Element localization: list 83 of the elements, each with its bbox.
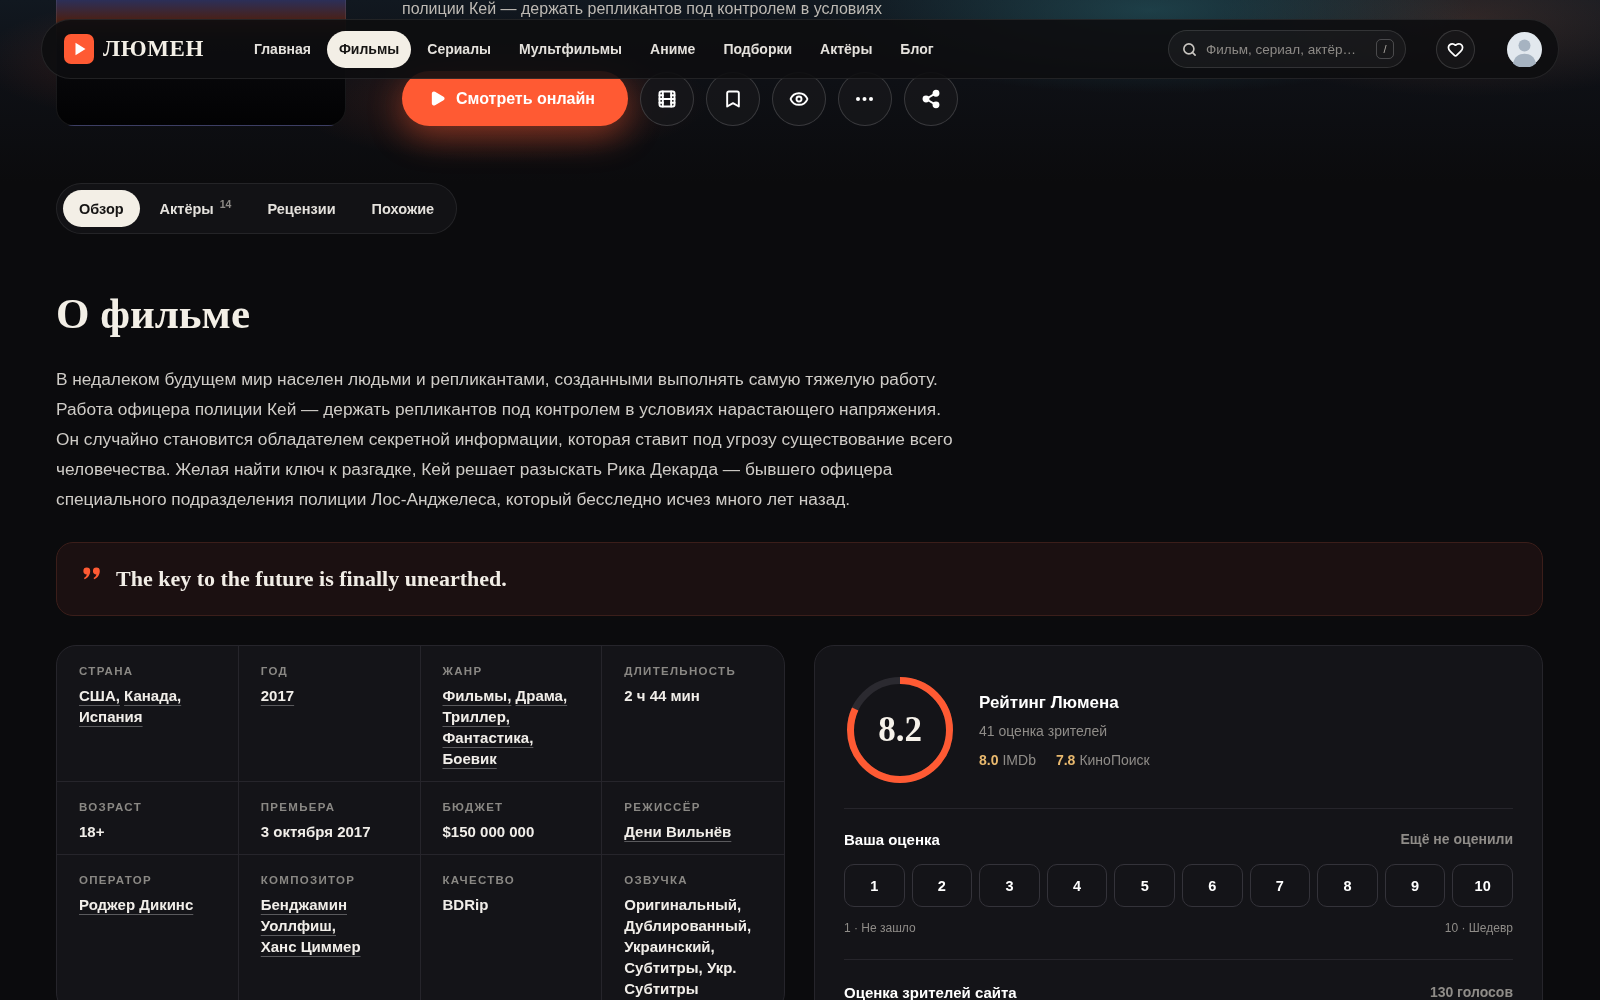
detail-link[interactable]: Ханс Циммер xyxy=(260,936,361,957)
favorites-button[interactable] xyxy=(1436,29,1475,69)
detail-link[interactable]: Канада, xyxy=(124,685,182,706)
score-option-button[interactable]: 9 xyxy=(1384,864,1446,907)
score-option-button[interactable]: 7 xyxy=(1249,864,1311,907)
score-option-button[interactable]: 3 xyxy=(979,864,1040,907)
nav-item[interactable]: Аниме xyxy=(638,30,708,68)
movie-description: В недалеком будущем мир населен людьми и репликантами, созданными выполнять самую тяжелую работу. Работа офицера полиции Кей — держать репликантов под контролем в условиях нарастающего напряжения. Он случайно становится обладателем секретной информации, которая ставит под угрозу существование всего человечества. Желая найти ключ к разгадке, Кей решает разыскать Рика Декарда — бывшего офицера специального подразделения полиции Лос-Анджелеса, который бесследно исчез много лет назад. xyxy=(56,368,954,511)
tab[interactable]: Обзор xyxy=(63,190,140,227)
nav-item[interactable]: Мультфильмы xyxy=(507,30,635,68)
detail-value: Оригинальный, Дублированный, Украинский, Субтитры, Укр. Субтитры xyxy=(624,895,753,999)
detail-link[interactable]: Фильмы, xyxy=(442,685,512,706)
detail-link[interactable]: Бенджамин Уоллфиш, xyxy=(260,894,400,936)
detail-link[interactable]: Драма, xyxy=(515,685,568,706)
tab[interactable]: Актёры 14 xyxy=(143,190,248,227)
detail-link[interactable]: Дени Вильнёв xyxy=(624,821,732,842)
detail-label: ОЗВУЧКА xyxy=(624,873,689,887)
detail-link[interactable]: Боевик xyxy=(442,748,497,769)
detail-label: ГОД xyxy=(260,664,289,678)
film-icon xyxy=(656,88,677,109)
detail-value: $150 000 000 xyxy=(442,822,536,842)
detail-value: 2 ч 44 мин xyxy=(624,686,701,706)
play-icon xyxy=(429,90,446,107)
detail-label: КАЧЕСТВО xyxy=(442,873,517,887)
detail-link[interactable]: 2017 xyxy=(260,685,295,706)
site-rating-title: Оценка зрителей сайта xyxy=(844,983,1017,1000)
search-input[interactable]: Фильм, сериал, актёр… xyxy=(1206,39,1367,59)
search-field[interactable]: Фильм, сериал, актёр… / xyxy=(1168,30,1406,68)
detail-label: БЮДЖЕТ xyxy=(442,800,505,814)
shortcut-key: / xyxy=(1376,39,1394,59)
detail-link[interactable]: Фантастика, xyxy=(442,727,534,748)
nav-item[interactable]: Сериалы xyxy=(415,30,503,68)
more-icon xyxy=(856,96,874,101)
rating-title: Рейтинг Люмена xyxy=(979,691,1120,714)
rating-score: 8.2 xyxy=(878,710,922,750)
detail-link[interactable]: Триллер, xyxy=(442,706,510,727)
score-option-button[interactable]: 10 xyxy=(1452,864,1513,907)
scale-max-caption: 10 · Шедевр xyxy=(1444,921,1513,935)
tagline: The key to the future is finally unearthed. xyxy=(116,566,507,592)
detail-label: ВОЗРАСТ xyxy=(79,800,143,814)
external-rating: 7.8 КиноПоиск xyxy=(1055,750,1150,769)
detail-label: ОПЕРАТОР xyxy=(79,873,154,887)
user-icon xyxy=(1507,31,1542,67)
detail-link[interactable]: Роджер Дикинс xyxy=(79,894,194,915)
quote-icon xyxy=(83,567,101,580)
score-option-button[interactable]: 1 xyxy=(844,864,905,907)
your-rating-title: Ваша оценка xyxy=(844,830,940,848)
detail-value: 3 октября 2017 xyxy=(260,822,372,842)
logo-text: ЛЮМЕН xyxy=(103,36,204,62)
site-rating-votes: 130 голосов xyxy=(1429,984,1513,1000)
nav-item[interactable]: Подборки xyxy=(711,30,805,68)
logo-icon xyxy=(64,34,94,64)
detail-value: 18+ xyxy=(79,822,106,842)
score-option-button[interactable]: 8 xyxy=(1317,864,1378,907)
avatar-button[interactable] xyxy=(1507,31,1542,67)
scale-min-caption: 1 · Не зашло xyxy=(844,921,916,935)
score-option-button[interactable]: 2 xyxy=(911,864,973,907)
your-rating-status: Ещё не оценили xyxy=(1400,831,1513,847)
section-title: О фильме xyxy=(56,289,250,339)
hero-description: полиции Кей — держать репликантов под контролем в условиях xyxy=(402,0,883,18)
detail-link[interactable]: США, xyxy=(79,685,120,706)
detail-label: СТРАНА xyxy=(79,664,135,678)
tab[interactable]: Рецензии xyxy=(251,190,352,227)
detail-link[interactable]: Испания xyxy=(79,706,143,727)
rating-votes: 41 оценка зрителей xyxy=(979,721,1109,740)
score-option-button[interactable]: 5 xyxy=(1114,864,1175,907)
external-rating: 8.0 IMDb xyxy=(979,750,1036,769)
detail-value: BDRip xyxy=(442,895,490,915)
nav-item[interactable]: Актёры xyxy=(808,30,885,68)
detail-label: КОМПОЗИТОР xyxy=(260,873,357,887)
share-icon xyxy=(920,88,941,109)
heart-icon xyxy=(1447,40,1464,58)
detail-label: ДЛИТЕЛЬНОСТЬ xyxy=(624,664,737,678)
search-icon xyxy=(1182,41,1197,57)
score-option-button[interactable]: 6 xyxy=(1182,864,1243,907)
detail-label: РЕЖИССЁР xyxy=(624,800,702,814)
detail-label: ЖАНР xyxy=(442,664,484,678)
score-option-button[interactable]: 4 xyxy=(1046,864,1108,907)
tab[interactable]: Похожие xyxy=(355,190,451,227)
nav-item[interactable]: Блог xyxy=(888,30,946,68)
nav-item[interactable]: Главная xyxy=(242,30,323,68)
nav-item[interactable]: Фильмы xyxy=(326,30,412,68)
detail-label: ПРЕМЬЕРА xyxy=(260,800,337,814)
